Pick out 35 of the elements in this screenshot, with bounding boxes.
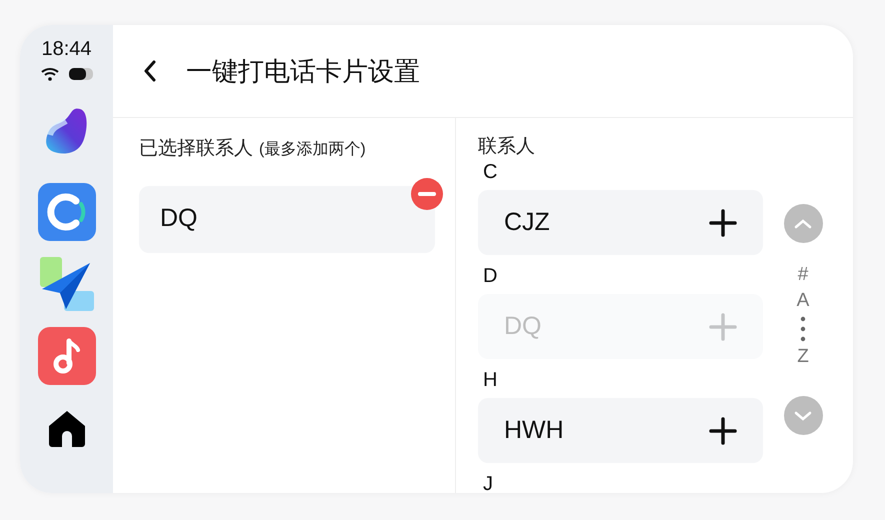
plus-icon xyxy=(709,312,737,340)
contact-name: CJZ xyxy=(504,206,550,238)
wifi-icon xyxy=(40,67,58,81)
index-letter[interactable]: A xyxy=(796,290,810,312)
clock: 18:44 xyxy=(41,39,92,59)
scroll-down-button[interactable] xyxy=(784,396,822,435)
plus-icon xyxy=(709,208,737,236)
chevron-down-icon xyxy=(794,410,812,420)
plus-icon xyxy=(709,416,737,444)
group-letter: D xyxy=(482,264,498,288)
scroll-up-button[interactable] xyxy=(784,204,822,243)
more-dots-icon xyxy=(800,316,806,342)
group-letter: J xyxy=(482,472,493,493)
c-app-icon[interactable] xyxy=(38,183,96,241)
minus-icon xyxy=(418,192,436,196)
selected-heading: 已选择联系人 xyxy=(139,137,253,161)
paper-plane-icon[interactable] xyxy=(38,255,96,313)
index-letter[interactable]: Z xyxy=(797,346,809,368)
page-title: 一键打电话卡片设置 xyxy=(186,54,420,88)
music-app-icon[interactable] xyxy=(38,327,96,385)
contacts-heading: 联系人 xyxy=(478,135,536,159)
contact-row[interactable]: CJZ xyxy=(478,190,763,255)
group-letter: H xyxy=(482,368,498,392)
index-letter[interactable]: # xyxy=(798,264,808,286)
contact-row[interactable]: HWH xyxy=(478,398,763,463)
contact-name: DQ xyxy=(160,203,198,234)
contact-name: DQ xyxy=(504,310,542,342)
remove-button[interactable] xyxy=(411,178,443,210)
home-icon[interactable] xyxy=(46,409,86,447)
chevron-up-icon xyxy=(794,218,812,228)
contact-name: HWH xyxy=(504,414,564,446)
group-letter: C xyxy=(482,160,498,184)
limit-note: (最多添加两个) xyxy=(259,140,366,160)
battery-icon xyxy=(68,68,92,80)
back-icon xyxy=(143,60,157,82)
